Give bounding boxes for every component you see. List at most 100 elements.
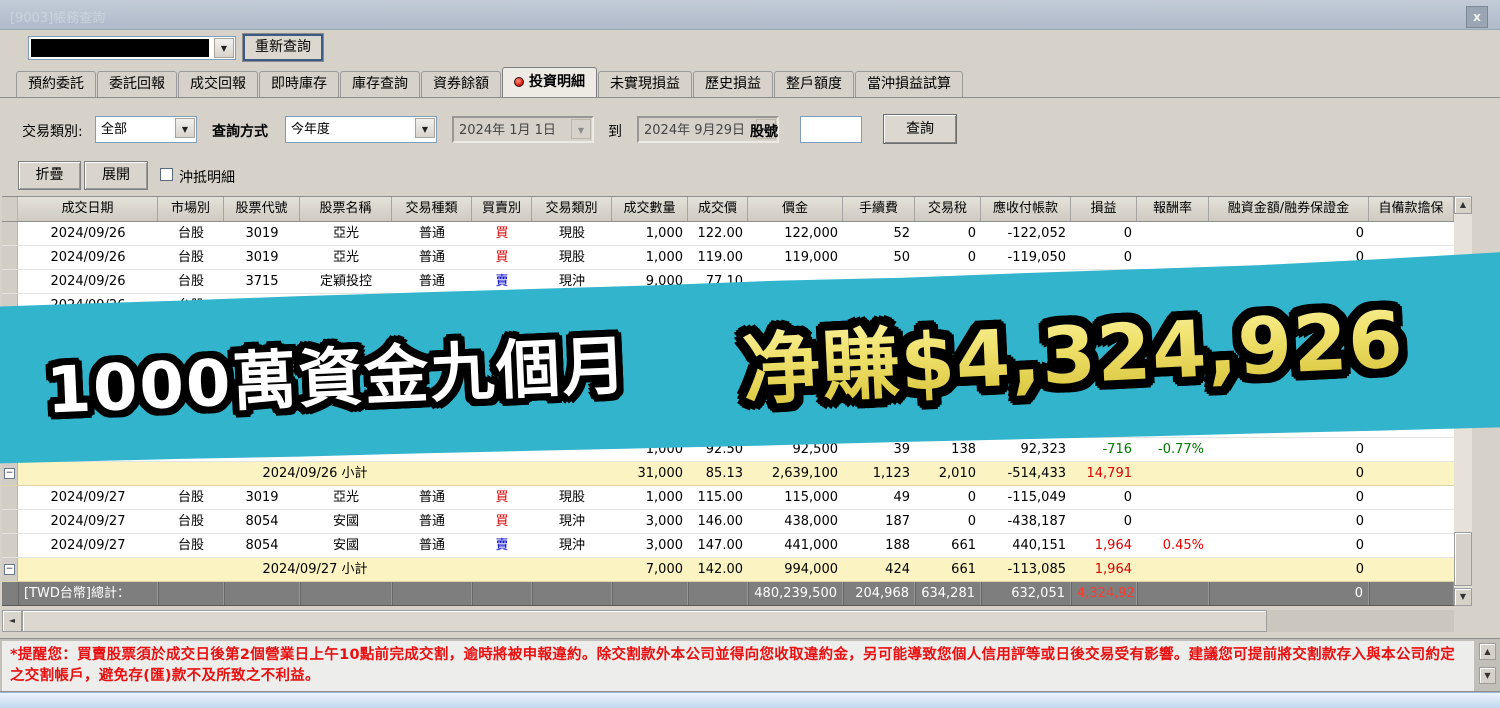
warning-scrollbar[interactable]: ▲ ▼	[1479, 643, 1496, 689]
row-gutter	[2, 222, 18, 245]
column-header[interactable]: 交易類別	[532, 197, 612, 221]
table-cell	[1369, 486, 1454, 509]
requery-button[interactable]: 重新查詢	[243, 34, 323, 61]
stock-input[interactable]	[800, 116, 862, 143]
table-cell: 2024/09/26	[18, 222, 158, 245]
tab-7[interactable]: 未實現損益	[598, 71, 692, 97]
table-cell: 0	[915, 222, 981, 245]
tab-label: 委託回報	[109, 76, 165, 92]
column-header[interactable]: 自備款擔保	[1369, 197, 1454, 221]
table-cell: 買	[472, 222, 532, 245]
column-header[interactable]: 應收付帳款	[981, 197, 1071, 221]
table-cell: 0	[915, 486, 981, 509]
table-row[interactable]: 2024/09/27台股8054安國普通買現沖3,000146.00438,00…	[2, 510, 1454, 534]
banner-left-text: 1000萬資金九個月	[44, 314, 630, 431]
table-cell: -716	[1071, 438, 1137, 461]
table-cell: 台股	[158, 270, 224, 293]
table-cell: 2024/09/27 小計	[18, 558, 612, 581]
table-cell: 台股	[158, 534, 224, 557]
column-header[interactable]: 價金	[748, 197, 843, 221]
chevron-down-icon[interactable]: ▼	[214, 38, 234, 58]
date-from-picker[interactable]: 2024年 1月 1日 ▼	[452, 116, 594, 143]
table-cell: 441,000	[748, 534, 843, 557]
table-cell: 0	[1071, 486, 1137, 509]
table-cell: 1,123	[843, 462, 915, 485]
horizontal-scrollbar[interactable]: ◄	[2, 610, 1454, 632]
column-header[interactable]: 交易稅	[915, 197, 981, 221]
tab-2[interactable]: 成交回報	[178, 71, 258, 97]
scroll-up-icon[interactable]: ▲	[1479, 643, 1496, 660]
collapse-group-button[interactable]: −	[4, 468, 15, 479]
vertical-scroll-thumb[interactable]	[1454, 532, 1472, 586]
table-cell: 普通	[392, 270, 472, 293]
tab-4[interactable]: 庫存查詢	[340, 71, 420, 97]
scroll-left-icon[interactable]: ◄	[2, 610, 22, 632]
table-cell: 現股	[532, 222, 612, 245]
chevron-down-icon[interactable]: ▼	[415, 118, 435, 138]
table-cell	[1137, 510, 1209, 533]
table-cell	[1137, 462, 1209, 485]
table-cell: 現股	[532, 486, 612, 509]
column-header[interactable]: 成交日期	[18, 197, 158, 221]
close-button[interactable]: x	[1466, 6, 1488, 28]
title-bar: [9003]帳務查詢 x	[0, 0, 1500, 30]
table-cell: 52	[843, 222, 915, 245]
collapse-group-button[interactable]: −	[4, 564, 15, 575]
trade-type-select[interactable]: 全部 ▼	[95, 116, 197, 143]
table-cell: 台股	[158, 222, 224, 245]
table-cell	[1137, 486, 1209, 509]
horizontal-scroll-thumb[interactable]	[22, 610, 1267, 632]
table-cell: 現沖	[532, 510, 612, 533]
warning-bar: *提醒您：買賣股票須於成交日後第2個營業日上午10點前完成交割，逾時將被申報違約…	[0, 638, 1500, 692]
column-header[interactable]: 融資金額/融券保證金	[1209, 197, 1369, 221]
query-mode-select[interactable]: 今年度 ▼	[285, 116, 437, 143]
column-header[interactable]: 交易種類	[392, 197, 472, 221]
collapse-button[interactable]: 折疊	[18, 161, 81, 190]
table-cell: 122.00	[688, 222, 748, 245]
offset-detail-checkbox[interactable]	[160, 168, 173, 181]
total-row[interactable]: [TWD台幣]總計：480,239,500204,968634,281632,0…	[2, 582, 1454, 606]
tab-1[interactable]: 委託回報	[97, 71, 177, 97]
column-header[interactable]: 報酬率	[1137, 197, 1209, 221]
account-select[interactable]: ▼	[28, 36, 236, 60]
tab-0[interactable]: 預約委託	[16, 71, 96, 97]
tab-8[interactable]: 歷史損益	[693, 71, 773, 97]
table-cell: 85.13	[688, 462, 748, 485]
expand-button[interactable]: 展開	[84, 161, 148, 190]
column-header[interactable]: 市場別	[158, 197, 224, 221]
column-header[interactable]: 股票名稱	[300, 197, 392, 221]
table-cell: 3019	[224, 246, 300, 269]
to-label: 到	[608, 121, 622, 141]
table-cell: 0	[1209, 486, 1369, 509]
tab-5[interactable]: 資券餘額	[421, 71, 501, 97]
column-header[interactable]: 股票代號	[224, 197, 300, 221]
table-row[interactable]: 2024/09/27台股3019亞光普通買現股1,000115.00115,00…	[2, 486, 1454, 510]
subtotal-row[interactable]: −2024/09/27 小計7,000142.00994,000424661-1…	[2, 558, 1454, 582]
column-header[interactable]: 損益	[1071, 197, 1137, 221]
chevron-down-icon[interactable]: ▼	[175, 118, 195, 138]
query-button[interactable]: 查詢	[883, 114, 957, 144]
column-header[interactable]: 手續費	[843, 197, 915, 221]
row-gutter: −	[2, 558, 18, 581]
table-row[interactable]: 2024/09/26台股3019亞光普通買現股1,000122.00122,00…	[2, 222, 1454, 246]
table-cell: 普通	[392, 222, 472, 245]
scroll-down-icon[interactable]: ▼	[1454, 588, 1472, 606]
scroll-down-icon[interactable]: ▼	[1479, 667, 1496, 684]
column-header[interactable]: 買賣別	[472, 197, 532, 221]
tab-9[interactable]: 整戶額度	[774, 71, 854, 97]
subtotal-row[interactable]: −2024/09/26 小計31,00085.132,639,1001,1232…	[2, 462, 1454, 486]
table-cell: 31,000	[612, 462, 688, 485]
table-row[interactable]: 2024/09/27台股8054安國普通賣現沖3,000147.00441,00…	[2, 534, 1454, 558]
tab-6[interactable]: 投資明細	[502, 67, 597, 97]
tab-3[interactable]: 即時庫存	[259, 71, 339, 97]
tab-10[interactable]: 當沖損益試算	[855, 71, 963, 97]
table-cell: 49	[843, 486, 915, 509]
table-cell: 亞光	[300, 246, 392, 269]
table-cell: 14,791	[1071, 462, 1137, 485]
column-header[interactable]: 成交數量	[612, 197, 688, 221]
column-header[interactable]: 成交價	[688, 197, 748, 221]
scroll-up-icon[interactable]: ▲	[1454, 196, 1472, 214]
table-cell	[472, 582, 532, 605]
table-cell: 台股	[158, 510, 224, 533]
table-cell	[1137, 222, 1209, 245]
